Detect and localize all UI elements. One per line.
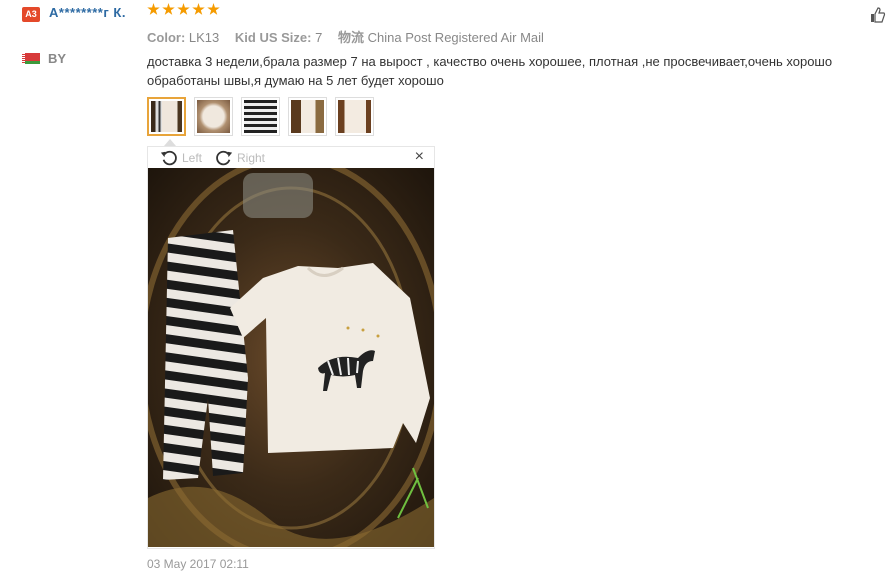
- thumbs-up-icon[interactable]: [870, 7, 886, 28]
- photo-thumb-4[interactable]: [288, 97, 327, 136]
- rotate-left-icon: [160, 150, 177, 166]
- viewer-toolbar: Left Right ×: [148, 147, 434, 168]
- attr-label-shipping: 物流: [337, 30, 364, 45]
- attr-value-size: 7: [315, 30, 323, 45]
- thumb-pointer: [164, 139, 176, 146]
- star-icon: [192, 3, 205, 15]
- star-icon: [147, 3, 160, 15]
- attr-label-color: Color:: [147, 30, 186, 45]
- close-icon[interactable]: ×: [415, 148, 424, 166]
- avatar: A3: [22, 7, 40, 22]
- attr-value-color: LK13: [188, 30, 220, 45]
- photo-viewer: Left Right ×: [147, 146, 435, 549]
- photo-thumb-1[interactable]: [147, 97, 186, 136]
- rotate-left-button[interactable]: Left: [160, 149, 202, 167]
- rotate-right-label: Right: [237, 151, 266, 165]
- reviewer-name[interactable]: A********г К.: [49, 4, 137, 21]
- reviewer-country: BY: [48, 51, 67, 66]
- star-icon: [162, 3, 175, 15]
- review-photo: [148, 168, 434, 547]
- order-attributes: Color: LK13 Kid US Size: 7 物流 China Post…: [147, 27, 556, 46]
- belarus-flag-icon: [22, 53, 40, 64]
- star-rating: [147, 3, 222, 21]
- rotate-left-label: Left: [182, 151, 203, 165]
- photo-thumb-5[interactable]: [335, 97, 374, 136]
- attr-label-size: Kid US Size:: [234, 30, 312, 45]
- photo-thumb-2[interactable]: [194, 97, 233, 136]
- star-icon: [207, 3, 220, 15]
- star-icon: [177, 3, 190, 15]
- attr-value-shipping: China Post Registered Air Mail: [367, 30, 544, 45]
- review-date: 03 May 2017 02:11: [147, 557, 249, 571]
- photo-thumb-3[interactable]: [241, 97, 280, 136]
- rotate-right-icon: [216, 150, 233, 166]
- review-text: доставка 3 недели,брала размер 7 на выро…: [147, 54, 833, 88]
- rotate-right-button[interactable]: Right: [215, 149, 265, 167]
